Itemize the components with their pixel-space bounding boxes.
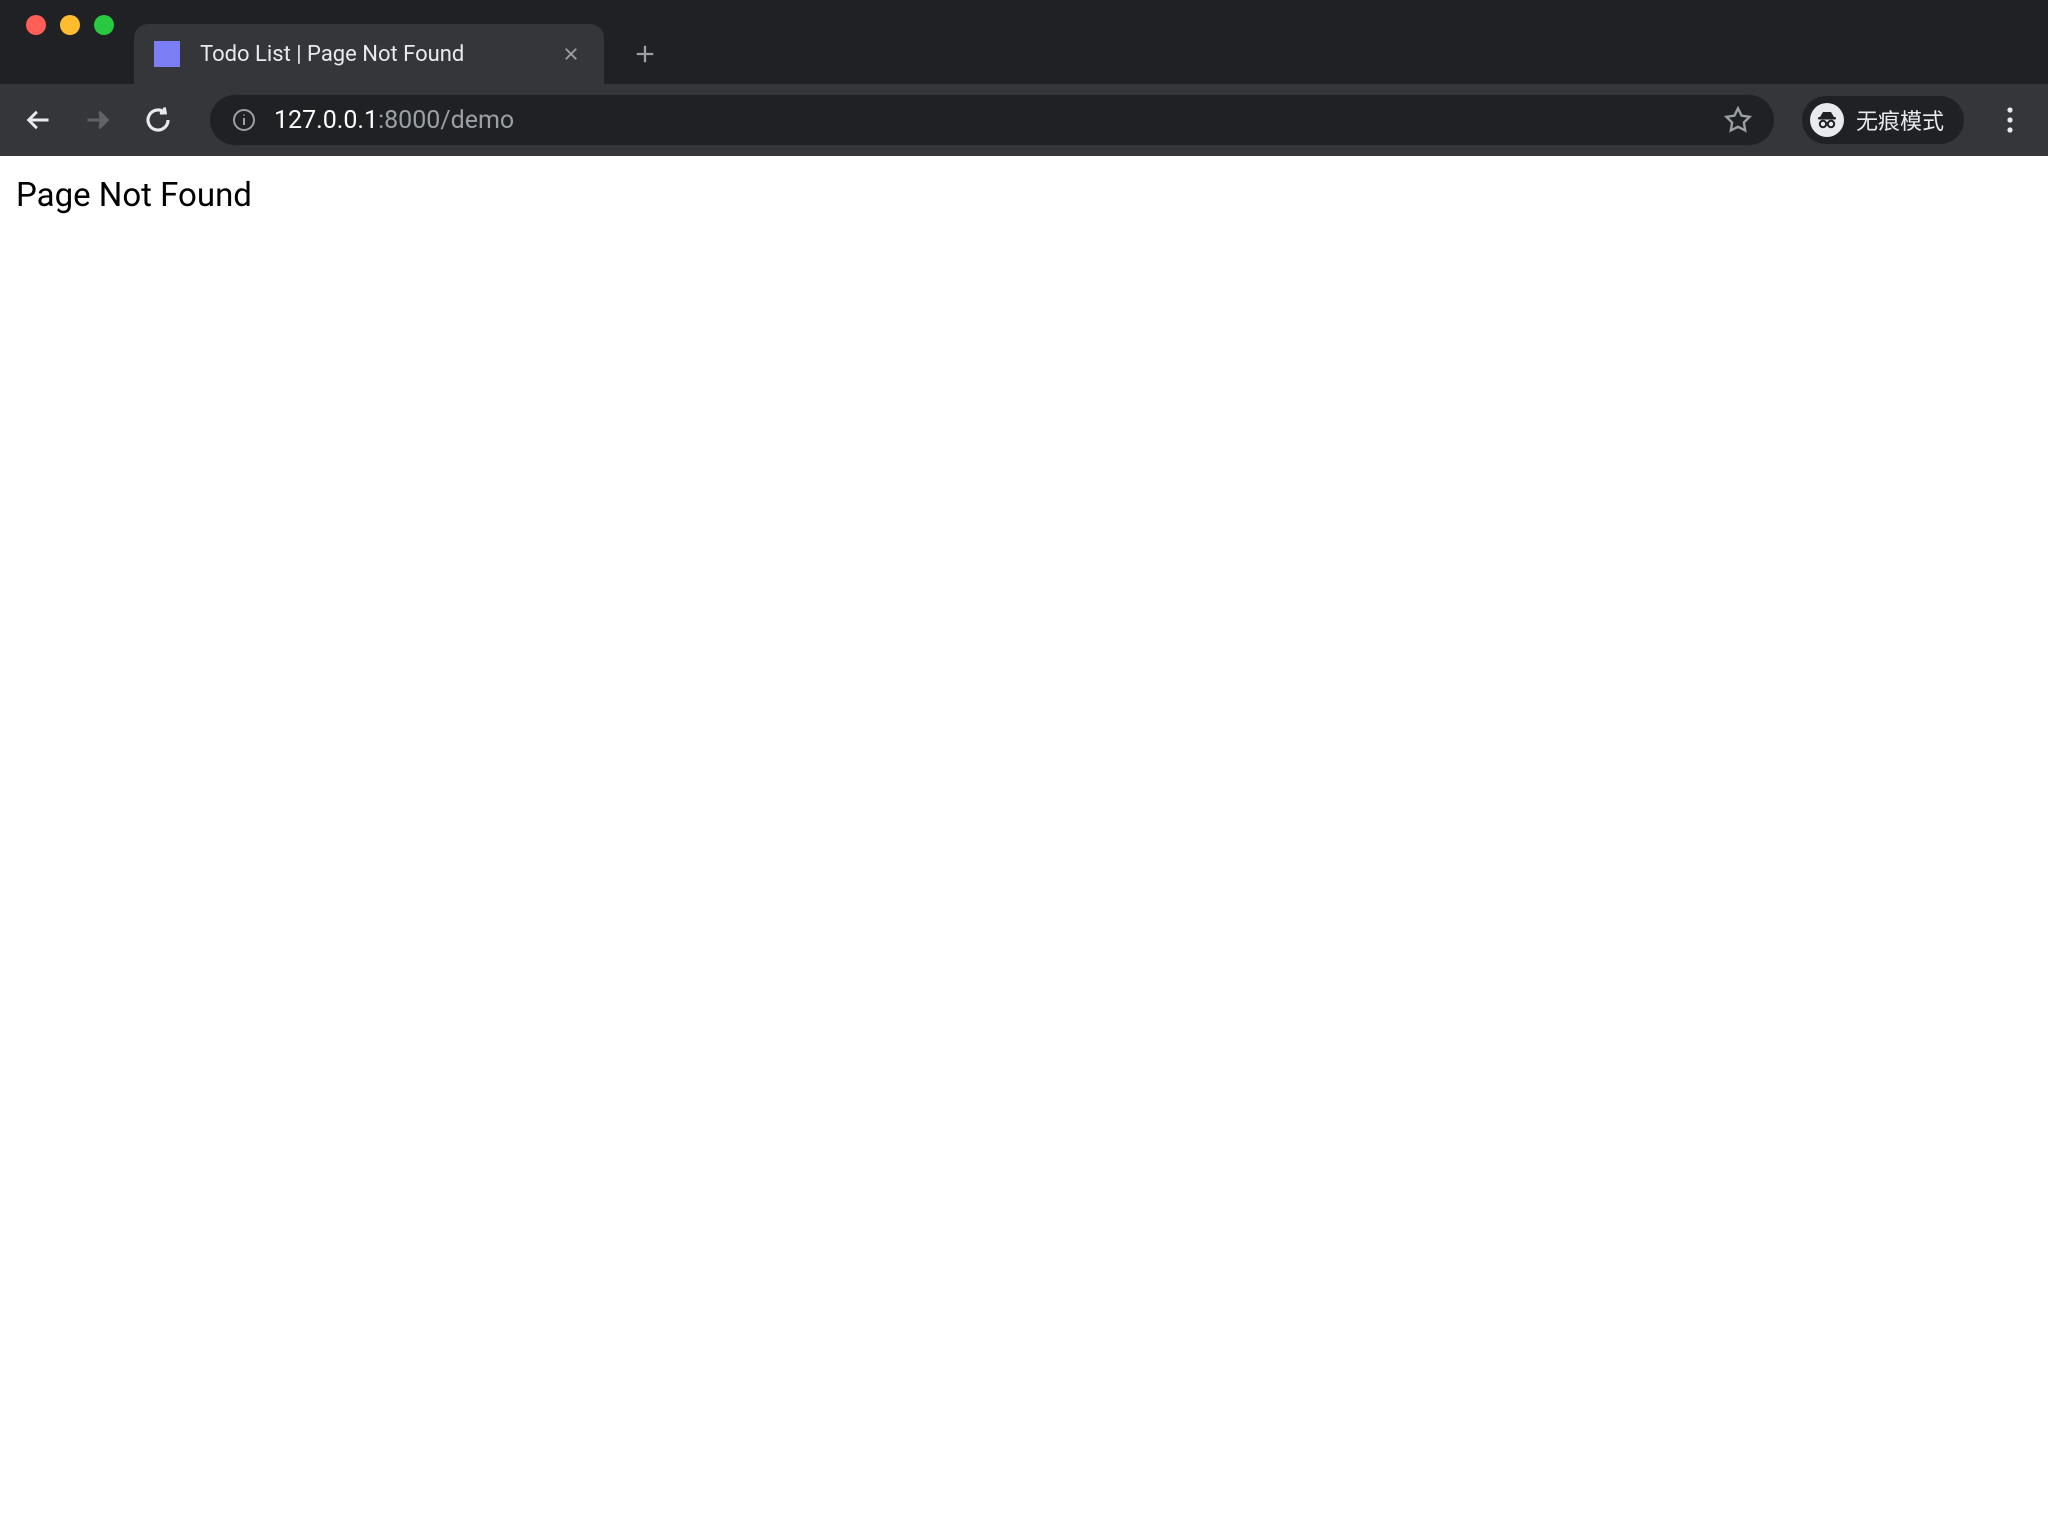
menu-button[interactable] [1986, 96, 2034, 144]
tab-strip: Todo List | Page Not Found [134, 0, 670, 84]
incognito-label: 无痕模式 [1856, 104, 1944, 136]
titlebar: Todo List | Page Not Found [0, 0, 2048, 84]
bookmark-button[interactable] [1724, 106, 1752, 134]
arrow-left-icon [24, 106, 52, 134]
page-content: Page Not Found [0, 156, 2048, 1536]
reload-button[interactable] [134, 96, 182, 144]
reload-icon [143, 105, 173, 135]
info-icon [232, 108, 256, 132]
page-not-found-message: Page Not Found [16, 176, 2032, 215]
kebab-menu-icon [2007, 107, 2013, 133]
new-tab-button[interactable] [620, 29, 670, 79]
url-host: 127.0.0.1 [274, 106, 378, 135]
window-minimize-button[interactable] [60, 15, 80, 35]
arrow-right-icon [84, 106, 112, 134]
window-close-button[interactable] [26, 15, 46, 35]
close-icon [562, 45, 580, 63]
window-controls [0, 0, 114, 50]
forward-button[interactable] [74, 96, 122, 144]
window-maximize-button[interactable] [94, 15, 114, 35]
url-path: :8000/demo [378, 106, 514, 135]
site-info-button[interactable] [232, 108, 256, 132]
address-bar[interactable]: 127.0.0.1:8000/demo [210, 95, 1774, 145]
star-icon [1724, 106, 1752, 134]
incognito-icon [1810, 103, 1844, 137]
incognito-badge[interactable]: 无痕模式 [1802, 96, 1964, 144]
tab-title: Todo List | Page Not Found [196, 42, 542, 67]
url-text: 127.0.0.1:8000/demo [274, 106, 1706, 135]
browser-window: Todo List | Page Not Found [0, 0, 2048, 1536]
tab-close-button[interactable] [558, 41, 584, 67]
back-button[interactable] [14, 96, 62, 144]
plus-icon [634, 43, 656, 65]
tab-favicon-icon [154, 41, 180, 67]
browser-tab[interactable]: Todo List | Page Not Found [134, 24, 604, 84]
toolbar: 127.0.0.1:8000/demo 无痕模式 [0, 84, 2048, 156]
